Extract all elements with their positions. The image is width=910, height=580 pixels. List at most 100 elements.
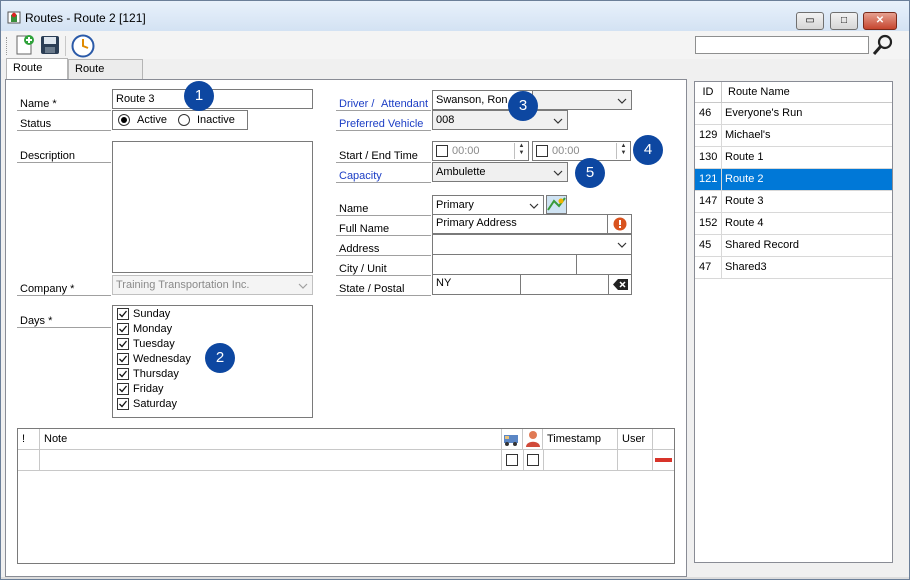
- days-label: Days *: [20, 315, 53, 327]
- driver-value: Swanson, Ron: [436, 94, 508, 106]
- new-document-icon[interactable]: [14, 34, 36, 56]
- status-inactive-label: Inactive: [197, 114, 235, 126]
- checkmark-icon: [119, 325, 128, 333]
- day-checkbox[interactable]: [117, 368, 129, 380]
- warning-icon: [613, 217, 627, 231]
- delete-row-icon[interactable]: [655, 458, 672, 462]
- vehicle-select[interactable]: 008: [432, 110, 568, 130]
- route-list-col-id[interactable]: ID: [695, 82, 722, 103]
- note-text-cell[interactable]: [40, 450, 502, 471]
- tab-route-builder[interactable]: Route Builder: [68, 59, 143, 93]
- route-id-cell: 121: [699, 173, 718, 185]
- route-name-cell: Michael's: [725, 129, 771, 141]
- attendant-label[interactable]: Attendant: [381, 98, 428, 110]
- day-checkbox[interactable]: [117, 338, 129, 350]
- route-id-cell: 46: [699, 107, 712, 119]
- magnifier-icon[interactable]: [871, 33, 895, 57]
- state-field[interactable]: NY: [432, 274, 521, 295]
- cell-divider: [721, 147, 722, 169]
- person-icon: [526, 431, 540, 447]
- address-name-select[interactable]: Primary: [432, 195, 544, 215]
- time-label-underline: [336, 162, 431, 163]
- note-timestamp-cell: [543, 450, 618, 471]
- end-time-field[interactable]: 00:00 ▲ ▼: [532, 141, 631, 161]
- postal-field[interactable]: [520, 274, 609, 295]
- clear-address-button[interactable]: [608, 274, 632, 295]
- day-checkbox[interactable]: [117, 398, 129, 410]
- routes-window: Routes - Route 2 [121] ▭ □ ✕ Route Info …: [0, 0, 910, 580]
- toolbar-separator: [65, 36, 66, 56]
- notes-col-note[interactable]: Note: [40, 429, 502, 450]
- maximize-button[interactable]: □: [830, 12, 858, 30]
- vehicle-label[interactable]: Preferred Vehicle: [339, 118, 423, 130]
- notes-col-timestamp[interactable]: Timestamp: [543, 429, 618, 450]
- route-list-col-name[interactable]: Route Name: [722, 82, 892, 103]
- note-vehicle-checkbox[interactable]: [506, 454, 518, 466]
- notes-col-flag[interactable]: !: [18, 429, 40, 450]
- table-row[interactable]: 45 Shared Record: [695, 235, 892, 257]
- day-label: Monday: [133, 323, 173, 335]
- window-title: Routes - Route 2 [121]: [25, 11, 146, 25]
- end-time-spinner[interactable]: ▲ ▼: [616, 143, 630, 159]
- tab-route-info[interactable]: Route Info: [6, 58, 68, 92]
- capacity-select[interactable]: Ambulette: [432, 162, 568, 182]
- close-icon: ✕: [875, 15, 885, 26]
- notes-col-vehicle[interactable]: [502, 429, 523, 450]
- start-time-checkbox[interactable]: [436, 145, 448, 157]
- address-select[interactable]: [432, 234, 632, 255]
- table-row[interactable]: 130 Route 1: [695, 147, 892, 169]
- route-name-cell: Route 3: [725, 195, 764, 207]
- close-button[interactable]: ✕: [863, 12, 897, 30]
- status-inactive-radio[interactable]: [178, 114, 190, 126]
- table-row[interactable]: 46 Everyone's Run: [695, 103, 892, 125]
- callout-badge-3: 3: [508, 91, 538, 121]
- spin-up-icon: ▲: [518, 143, 525, 149]
- map-icon[interactable]: [546, 195, 567, 214]
- start-time-field[interactable]: 00:00 ▲ ▼: [432, 141, 529, 161]
- address-name-value: Primary: [436, 199, 474, 211]
- save-icon[interactable]: [39, 34, 61, 56]
- note-person-checkbox[interactable]: [527, 454, 539, 466]
- table-row[interactable]: 129 Michael's: [695, 125, 892, 147]
- city-label: City / Unit: [339, 263, 387, 275]
- route-id-cell: 45: [699, 239, 712, 251]
- day-checkbox[interactable]: [117, 383, 129, 395]
- unit-field[interactable]: [576, 254, 632, 275]
- table-row[interactable]: 152 Route 4: [695, 213, 892, 235]
- table-row[interactable]: 147 Route 3: [695, 191, 892, 213]
- day-label: Wednesday: [133, 353, 191, 365]
- route-name-cell: Everyone's Run: [725, 107, 803, 119]
- search-input[interactable]: [695, 36, 869, 54]
- cell-divider: [721, 169, 722, 191]
- spin-up-icon: ▲: [620, 143, 627, 149]
- time-label: Start / End Time: [339, 150, 418, 162]
- city-field[interactable]: [432, 254, 577, 275]
- company-select[interactable]: Training Transportation Inc.: [112, 275, 313, 295]
- status-active-radio[interactable]: [118, 114, 130, 126]
- cell-divider: [721, 125, 722, 147]
- description-value: [113, 144, 116, 156]
- attendant-select[interactable]: [532, 90, 632, 110]
- table-row[interactable]: 121 Route 2: [695, 169, 892, 191]
- notes-col-person[interactable]: [523, 429, 543, 450]
- table-row[interactable]: [18, 450, 674, 471]
- driver-label[interactable]: Driver /: [339, 98, 374, 110]
- description-field[interactable]: [112, 141, 313, 273]
- start-time-spinner[interactable]: ▲ ▼: [514, 143, 528, 159]
- day-label: Tuesday: [133, 338, 175, 350]
- driver-label-underline: [336, 110, 431, 111]
- capacity-label-underline: [336, 182, 431, 183]
- day-checkbox[interactable]: [117, 353, 129, 365]
- route-name-cell: Route 2: [725, 173, 764, 185]
- day-checkbox[interactable]: [117, 323, 129, 335]
- callout-badge-4: 4: [633, 135, 663, 165]
- route-list: ID Route Name 46 Everyone's Run 129 Michael…: [694, 81, 893, 563]
- table-row[interactable]: 47 Shared3: [695, 257, 892, 279]
- day-checkbox[interactable]: [117, 308, 129, 320]
- schedule-clock-icon[interactable]: [71, 34, 95, 58]
- minimize-button[interactable]: ▭: [796, 12, 824, 30]
- full-name-field[interactable]: Primary Address: [432, 214, 608, 234]
- capacity-label[interactable]: Capacity: [339, 170, 382, 182]
- end-time-checkbox[interactable]: [536, 145, 548, 157]
- notes-col-user[interactable]: User: [618, 429, 653, 450]
